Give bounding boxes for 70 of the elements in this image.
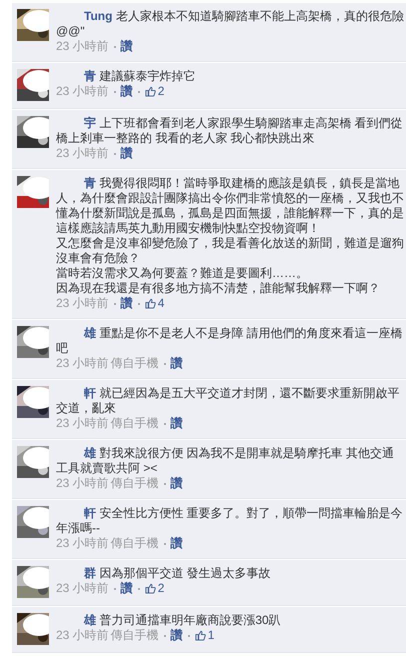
comment-text: 軒 安全性比方便性 重要多了。對了，順帶一問擋車輪胎是今年漲嗎--	[56, 506, 404, 536]
comment-text: 軒 就已經因為是五大平交道才封閉，還不斷要求重新開啟平交道，亂來	[56, 386, 400, 416]
like-link[interactable]: 讚	[120, 581, 133, 596]
timestamp: 23 小時前	[56, 39, 109, 54]
timestamp: 23 小時前	[56, 146, 109, 161]
author-link[interactable]: 青	[84, 69, 96, 83]
author-link[interactable]: Tung	[84, 9, 112, 23]
separator-dot	[164, 422, 166, 424]
separator-dot	[188, 634, 190, 636]
like-link[interactable]: 讚	[170, 416, 183, 431]
like-link[interactable]: 讚	[170, 476, 183, 491]
comment-text: 雄 對我來說很方便 因為我不是開車就是騎摩托車 其他交通工具就賣歌共阿 ><	[56, 446, 396, 476]
author-link[interactable]: 群	[84, 566, 96, 580]
author-link[interactable]: 軒	[84, 386, 96, 400]
like-count: 4	[158, 296, 164, 311]
timestamp: 23 小時前	[56, 628, 109, 643]
like-link[interactable]: 讚	[120, 39, 133, 54]
timestamp: 23 小時前	[56, 416, 109, 431]
like-link[interactable]: 讚	[170, 356, 183, 371]
source-label: 傳自手機	[110, 416, 159, 431]
like-link[interactable]: 讚	[120, 146, 133, 161]
separator-dot	[114, 302, 116, 304]
separator-dot	[138, 90, 140, 92]
like-count: 2	[158, 84, 164, 99]
author-link[interactable]: 青	[84, 176, 96, 190]
comment-text: 當時若沒需求又為何要蓋？難道是要圖利……。	[56, 266, 309, 281]
source-label: 傳自手機	[110, 476, 159, 491]
thumbs-up-icon	[144, 583, 156, 594]
timestamp: 23 小時前	[56, 536, 109, 551]
comment-text: 青 我覺得很悶耶！當時爭取建橋的應該是鎮長，鎮長是當地人，為什麼會跟設計團隊搞出令你們非常憤怒的一座橋，又我也不懂為什麼新聞說是孤島，孤島是四面無援，誰能解釋一下，真的是這樣應該請馬英九動用國安機制快點空投物資啊！	[56, 176, 404, 236]
author-link[interactable]: 雄	[84, 326, 96, 340]
like-count: 1	[208, 628, 214, 643]
like-count: 2	[158, 581, 164, 596]
author-link[interactable]: 雄	[84, 613, 96, 627]
timestamp: 23 小時前	[56, 356, 109, 371]
source-label: 傳自手機	[110, 356, 159, 371]
comment-text: 青 建議蘇泰宇炸掉它	[83, 69, 196, 84]
separator-dot	[164, 482, 166, 484]
like-link[interactable]: 讚	[170, 536, 183, 551]
comment-text: 群 因為那個平交道 發生過太多事故	[83, 566, 272, 581]
author-link[interactable]: 軒	[84, 506, 96, 520]
separator-dot	[164, 362, 166, 364]
source-label: 傳自手機	[110, 536, 159, 551]
like-link[interactable]: 讚	[120, 296, 133, 311]
comment-text: 又怎麼會是沒車卻變危險了，我是看善化放送的新聞，難道是遛狗沒車會有危險？	[56, 236, 404, 266]
separator-dot	[164, 634, 166, 636]
separator-dot	[114, 90, 116, 92]
separator-dot	[138, 302, 140, 304]
separator-dot	[114, 588, 116, 590]
timestamp: 23 小時前	[56, 581, 109, 596]
comment-text: 雄 重點是你不是老人不是身障 請用他們的角度來看這一座橋吧	[56, 326, 404, 356]
comment-text: 雄 普力司通擋車明年廠商說要漲30趴	[82, 613, 282, 628]
author-link[interactable]: 宇	[84, 116, 96, 130]
comment-text: 宇 上下班都會看到老人家跟學生騎腳踏車走高架橋 看到們從橋上剎車一整路的 我看的老人家 我心都快跳出來	[56, 116, 404, 146]
thumbs-up-icon	[194, 630, 206, 641]
timestamp: 23 小時前	[56, 476, 109, 491]
comment-text: Tung 老人家根本不知道騎腳踏車不能上高架橋，真的很危險@@"	[56, 9, 404, 39]
separator-dot	[138, 588, 140, 590]
thumbs-up-icon	[144, 86, 156, 97]
timestamp: 23 小時前	[56, 296, 109, 311]
comment-text: 因為現在我還是有很多地方搞不清楚，誰能幫我解釋一下啊？	[56, 281, 381, 296]
thumbs-up-icon	[144, 298, 156, 309]
like-link[interactable]: 讚	[120, 84, 133, 99]
separator-dot	[114, 152, 116, 154]
separator-dot	[114, 46, 116, 48]
source-label: 傳自手機	[110, 628, 159, 643]
separator-dot	[164, 542, 166, 544]
like-link[interactable]: 讚	[170, 628, 183, 643]
author-link[interactable]: 雄	[84, 446, 96, 460]
timestamp: 23 小時前	[56, 84, 109, 99]
